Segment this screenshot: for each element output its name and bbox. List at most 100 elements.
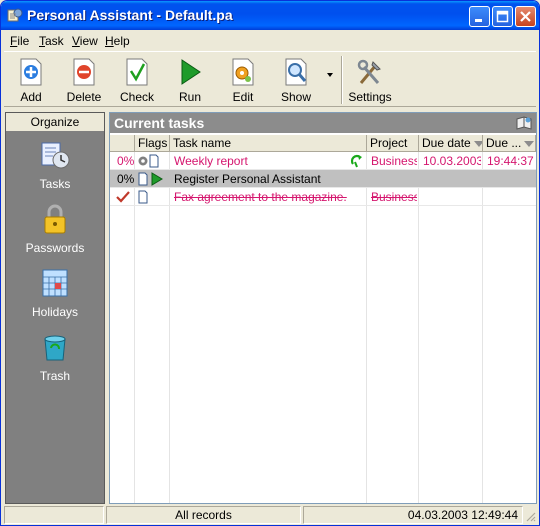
menu-file-rest: ile [17,34,30,48]
menu-view-rest: iew [79,34,98,48]
checkmark-icon [116,191,130,203]
due-date-cell [423,170,481,188]
minimize-button[interactable] [469,6,490,27]
menu-help-rest: elp [113,34,130,48]
delete-label: Delete [66,90,102,104]
show-label: Show [280,90,312,104]
sort-arrow-icon [473,140,482,147]
app-icon [7,8,23,22]
sidebar-item-label: Trash [39,369,71,383]
status-records: All records [106,506,301,524]
sidebar-item-passwords[interactable]: Passwords [6,203,104,263]
task-name-cell: Register Personal Assistant [174,172,321,186]
menu-bar: File Task View Help [4,31,536,50]
chevron-down-icon [327,73,333,77]
menu-task[interactable]: Task [39,34,64,48]
play-icon [181,59,201,85]
app-window: Personal Assistant - Default.pa File Tas… [0,0,540,526]
due-date-label: Due date [422,136,471,150]
menu-help-accel: H [105,34,114,48]
task-panel: Current tasks Flags Task name Project Du… [109,112,537,504]
column-header-due-date[interactable]: Due date [419,135,483,152]
panel-title: Current tasks [114,115,205,131]
add-button[interactable]: Add [7,54,55,106]
show-dropdown-button[interactable] [325,70,335,80]
sidebar-item-trash[interactable]: Trash [6,331,104,391]
resize-grip-icon[interactable] [524,510,536,522]
delete-icon [73,58,95,86]
edit-label: Edit [232,90,254,104]
run-button[interactable]: Run [166,54,214,106]
flags-icons [138,172,163,186]
menu-view-accel: V [72,34,80,48]
due-time-cell: 19:44:37 [487,154,534,168]
due-date-cell: 10.03.2003 [423,154,481,168]
status-datetime: 04.03.2003 12:49:44 [303,506,523,524]
note-icon [138,190,148,204]
table-row[interactable]: 0% Weekly report Business 10.03.2003 19:… [110,152,536,170]
add-label: Add [20,90,42,104]
close-icon [520,11,531,22]
calendar-icon [42,269,68,297]
run-label: Run [178,90,201,104]
due-date-cell [423,188,481,206]
table-row[interactable]: Fax agreement to the magazine. Business [110,188,536,206]
task-name-cell: Fax agreement to the magazine. [174,190,347,204]
due-time-cell [487,188,535,206]
check-icon [126,58,148,86]
progress-cell: 0% [117,154,134,168]
edit-icon [232,58,254,86]
table-row[interactable]: 0% Register Personal Assistant [110,170,536,188]
recurring-icon [350,154,362,168]
status-pane-empty [4,506,104,524]
flags-icons [138,154,159,168]
project-cell [371,170,417,188]
padlock-icon [44,204,66,234]
progress-cell: 0% [117,172,134,186]
column-header-flags[interactable]: Flags [135,135,170,152]
task-name-cell: Weekly report [174,154,248,168]
delete-button[interactable]: Delete [60,54,108,106]
menu-task-rest: ask [45,34,64,48]
tools-icon [357,59,381,84]
check-button[interactable]: Check [113,54,161,106]
panel-header: Current tasks [110,113,536,133]
title-bar[interactable]: Personal Assistant - Default.pa [1,1,539,30]
close-button[interactable] [515,6,536,27]
check-label: Check [119,90,154,104]
column-header-project[interactable]: Project [367,135,419,152]
show-button[interactable]: Show [272,54,320,106]
due-time-label: Due ... [486,136,522,150]
sidebar-item-tasks[interactable]: Tasks [6,139,104,199]
menu-file[interactable]: File [10,34,29,48]
minimize-icon [475,19,482,22]
add-icon [20,58,42,86]
toolbar: Add Delete Check Run Edit Show Settings [4,51,536,107]
due-time-cell [487,170,535,188]
edit-button[interactable]: Edit [219,54,267,106]
status-bar: All records 04.03.2003 12:49:44 [4,506,536,524]
trash-icon [44,335,66,361]
project-cell: Business [371,190,417,204]
task-grid: Flags Task name Project Due date Due ...… [110,135,536,503]
maximize-icon [496,10,509,23]
sidebar: Organize Tasks Passwords Holidays Trash [5,112,105,504]
sidebar-item-holidays[interactable]: Holidays [6,267,104,327]
toolbar-separator [341,56,343,104]
maximize-button[interactable] [492,6,513,27]
magnifier-icon [285,58,307,86]
window-title: Personal Assistant - Default.pa [27,7,233,23]
book-icon[interactable] [515,114,533,132]
column-header-due-time[interactable]: Due ... [483,135,536,152]
menu-view[interactable]: View [72,34,98,48]
tasks-icon [41,142,70,169]
sort-arrow-icon [524,140,535,147]
column-header-progress[interactable] [110,135,135,152]
settings-button[interactable]: Settings [346,54,394,106]
sidebar-item-label: Tasks [39,177,71,191]
sidebar-item-label: Holidays [31,305,79,319]
sidebar-header[interactable]: Organize [6,113,104,132]
menu-help[interactable]: Help [105,34,130,48]
sidebar-item-label: Passwords [25,241,85,255]
column-header-task-name[interactable]: Task name [170,135,367,152]
